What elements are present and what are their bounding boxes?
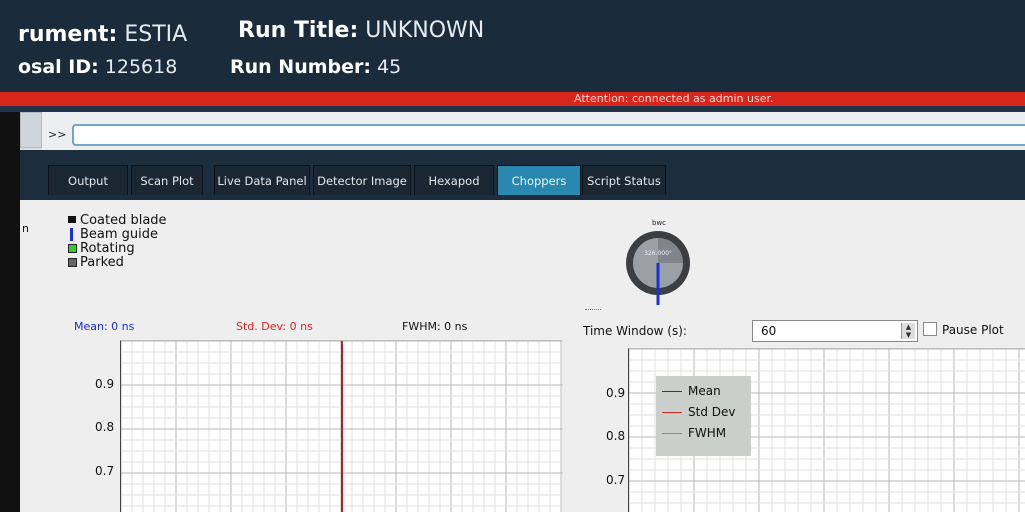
legend-swatch-icon xyxy=(68,244,77,253)
splitter-handle[interactable] xyxy=(585,309,601,311)
std-dev-stat: Std. Dev: 0 ns xyxy=(236,320,313,333)
legend-item: Parked xyxy=(80,256,124,270)
legend-label: Beam guide xyxy=(80,227,159,242)
tab-live-data-panel[interactable]: Live Data Panel xyxy=(214,165,310,195)
proposal-value: 125618 xyxy=(104,56,178,78)
left-ytick: 0.9 xyxy=(95,377,115,391)
series-line-icon xyxy=(662,433,682,434)
spin-arrows-icon[interactable]: ▲ ▼ xyxy=(901,323,915,339)
left-sidebar xyxy=(0,112,20,512)
command-prompt: >> xyxy=(48,128,67,141)
time-window-spinbox[interactable]: 60 ▲ ▼ xyxy=(752,320,918,342)
run-title-label: Run Title: xyxy=(238,18,359,43)
run-number-value: 45 xyxy=(377,56,402,78)
plot-legend-item: Mean xyxy=(662,384,721,398)
legend-item: Beam guide xyxy=(80,228,158,242)
attention-text: Attention: connected as admin user. xyxy=(574,92,774,105)
chopper-name: bwc xyxy=(652,219,667,227)
legend-item: Rotating xyxy=(80,242,135,256)
tab-detector-image[interactable]: Detector Image xyxy=(313,165,411,195)
plot-legend-label: FWHM xyxy=(688,426,727,440)
pause-plot-checkbox[interactable] xyxy=(923,322,937,336)
series-line-icon xyxy=(662,391,682,392)
left-plot-grid xyxy=(121,341,563,512)
fwhm-stat: FWHM: 0 ns xyxy=(402,320,468,333)
run-number-label: Run Number: xyxy=(230,56,371,78)
legend-item: Coated blade xyxy=(80,214,167,228)
mean-stat: Mean: 0 ns xyxy=(74,320,135,333)
legend-label: Rotating xyxy=(80,241,135,256)
dial-angle-text: 326.000° xyxy=(644,250,672,257)
tab-scan-plot[interactable]: Scan Plot xyxy=(131,165,203,195)
tab-script-status[interactable]: Script Status xyxy=(582,165,666,195)
legend-swatch-icon xyxy=(70,228,73,241)
time-window-value: 60 xyxy=(761,324,777,338)
attention-banner: Attention: connected as admin user. xyxy=(0,92,1025,106)
plot-legend-item: FWHM xyxy=(662,426,726,440)
right-ytick: 0.9 xyxy=(606,386,626,400)
tab-choppers[interactable]: Choppers xyxy=(497,165,581,195)
legend-swatch-icon xyxy=(68,216,76,223)
left-plot[interactable] xyxy=(120,340,563,512)
tab-output[interactable]: Output xyxy=(48,165,128,195)
series-line-icon xyxy=(662,412,682,413)
run-title-field: Run Title: UNKNOWN xyxy=(238,18,484,43)
sidebar-label: n xyxy=(22,222,29,235)
legend-label: Parked xyxy=(80,255,124,270)
plot-legend-label: Std Dev xyxy=(688,405,736,419)
run-number-field: Run Number: 45 xyxy=(230,56,401,78)
run-title-value: UNKNOWN xyxy=(365,18,485,43)
sidebar-cell[interactable] xyxy=(20,112,42,148)
header-bar: rument: ESTIA Run Title: UNKNOWN osal ID… xyxy=(0,0,1025,92)
left-ytick: 0.8 xyxy=(95,420,115,434)
instrument-field: rument: ESTIA xyxy=(18,22,187,47)
pause-plot-label: Pause Plot xyxy=(942,323,1004,337)
tab-hexapod[interactable]: Hexapod xyxy=(414,165,494,195)
plot-legend-label: Mean xyxy=(688,384,721,398)
chopper-dial: 326.000° xyxy=(626,231,690,305)
legend-label: Coated blade xyxy=(80,213,167,228)
plot-legend-item: Std Dev xyxy=(662,405,735,419)
proposal-field: osal ID: 125618 xyxy=(18,56,177,78)
legend-swatch-icon xyxy=(68,258,77,267)
plot-legend: Mean Std Dev FWHM xyxy=(656,376,751,456)
proposal-label: osal ID: xyxy=(18,56,99,78)
right-ytick: 0.8 xyxy=(606,429,626,443)
instrument-value: ESTIA xyxy=(124,22,188,47)
time-window-label: Time Window (s): xyxy=(583,324,687,338)
right-ytick: 0.7 xyxy=(606,473,626,487)
instrument-label: rument: xyxy=(18,22,118,47)
command-input[interactable] xyxy=(72,124,1025,146)
left-ytick: 0.7 xyxy=(95,464,115,478)
command-row: >> xyxy=(42,120,1025,150)
